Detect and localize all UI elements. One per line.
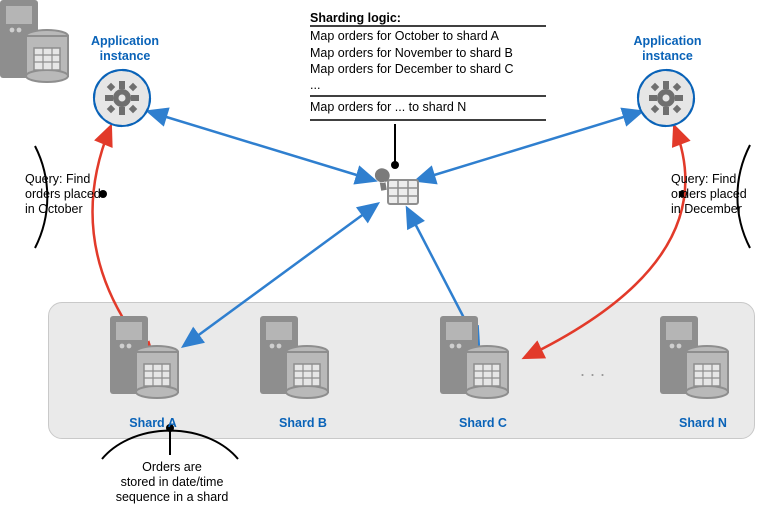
- query-right-line: orders placed: [671, 187, 747, 202]
- shard-c-label: Shard C: [448, 416, 518, 431]
- shard-n-label: Shard N: [668, 416, 738, 431]
- shard-ellipsis: . . .: [580, 360, 605, 381]
- sharding-rule: Map orders for October to shard A: [310, 28, 546, 44]
- shard-a-label: Shard A: [118, 416, 188, 431]
- note-line: sequence in a shard: [112, 490, 232, 505]
- query-left-line: in October: [25, 202, 101, 217]
- query-right-line: in December: [671, 202, 747, 217]
- note-line: Orders are: [112, 460, 232, 475]
- sharding-ellipsis: ...: [310, 77, 546, 93]
- sharding-rules: Map orders for October to shard A Map or…: [310, 28, 546, 93]
- sharding-logic-box: Sharding logic: Map orders for October t…: [310, 28, 546, 116]
- app-instance-right-label: Application instance: [620, 34, 715, 64]
- shard-b-label: Shard B: [268, 416, 338, 431]
- query-right-line: Query: Find: [671, 172, 747, 187]
- sharding-rule: Map orders for November to shard B: [310, 45, 546, 61]
- sharding-last-rule: Map orders for ... to shard N: [310, 99, 546, 115]
- sharding-title: Sharding logic:: [310, 10, 546, 26]
- query-left-line: Query: Find: [25, 172, 101, 187]
- query-right: Query: Find orders placed in December: [671, 172, 747, 217]
- shard-note: Orders are stored in date/time sequence …: [112, 460, 232, 505]
- sharding-rule: Map orders for December to shard C: [310, 61, 546, 77]
- query-left-line: orders placed: [25, 187, 101, 202]
- query-left: Query: Find orders placed in October: [25, 172, 101, 217]
- note-line: stored in date/time: [112, 475, 232, 490]
- app-instance-left-label: Application instance: [80, 34, 170, 64]
